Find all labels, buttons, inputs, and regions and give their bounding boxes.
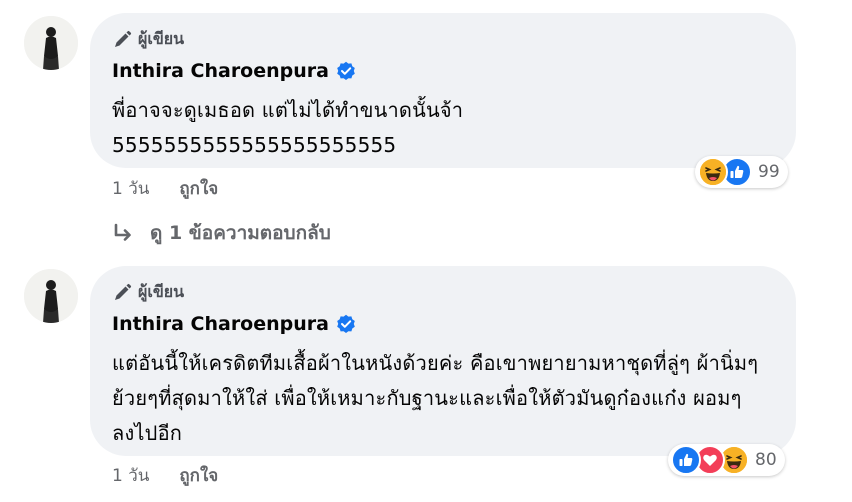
like-button[interactable]: ถูกใจ [179, 462, 218, 489]
avatar[interactable] [24, 269, 78, 323]
like-icon [671, 445, 701, 475]
comment-meta: 1 วัน ถูกใจ [112, 462, 218, 489]
haha-icon [698, 157, 728, 187]
comment-thread: ผู้เขียน Inthira Charoenpura พี่อาจจะดูเ… [0, 0, 852, 502]
comment-2: ผู้เขียน Inthira Charoenpura แต่อันนี้ให… [0, 0, 852, 502]
author-badge-label: ผู้เขียน [138, 282, 185, 301]
author-name[interactable]: Inthira Charoenpura [112, 313, 329, 335]
verified-badge-icon [337, 314, 355, 333]
comment-time[interactable]: 1 วัน [112, 462, 149, 489]
pencil-icon [115, 283, 132, 300]
author-badge: ผู้เขียน [112, 280, 184, 305]
comment-text: แต่อันนี้ให้เครดิตทีมเสื้อผ้าในหนังด้วยค… [112, 351, 759, 445]
reactions-summary[interactable]: 80 [668, 444, 785, 476]
reaction-count: 80 [755, 450, 777, 470]
comment-bubble: ผู้เขียน Inthira Charoenpura แต่อันนี้ให… [90, 266, 796, 456]
